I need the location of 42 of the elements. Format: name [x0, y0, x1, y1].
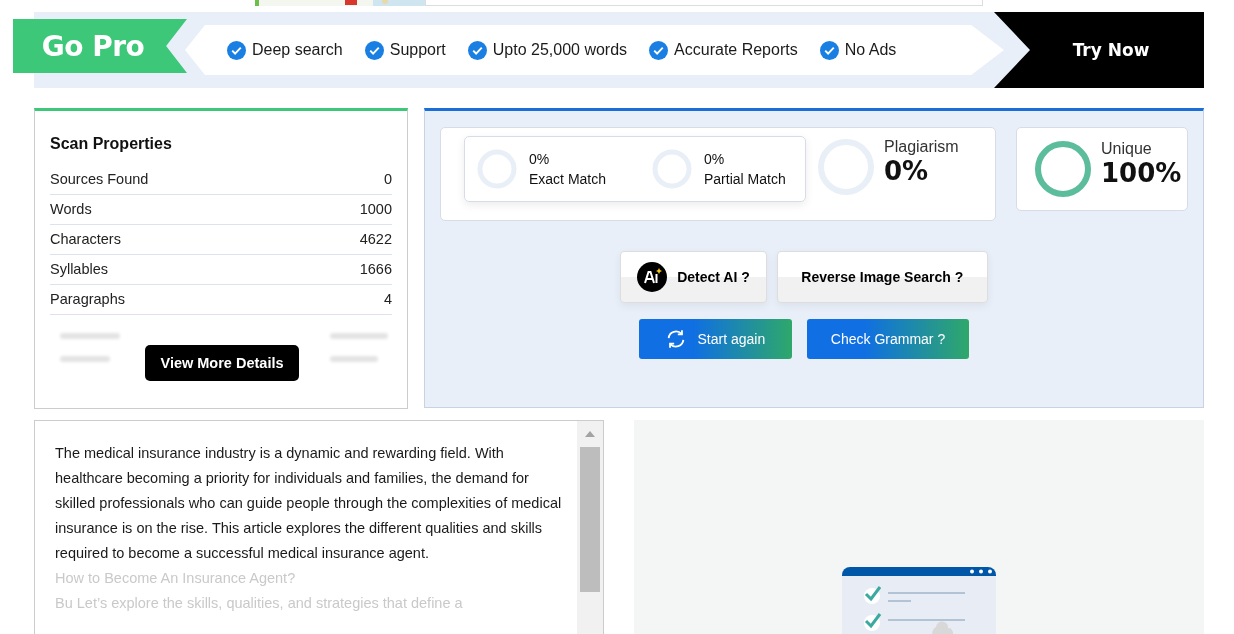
check-icon	[467, 40, 487, 60]
check-icon	[819, 40, 839, 60]
scrollbar[interactable]	[577, 421, 603, 634]
property-value: 4622	[359, 231, 392, 247]
property-value: 1666	[359, 261, 392, 277]
match-label: Partial Match	[704, 171, 786, 187]
unique-percent: 100%	[1101, 158, 1182, 188]
feature-label: Support	[389, 41, 446, 59]
match-label: Exact Match	[529, 171, 607, 187]
feature-label: Deep search	[252, 41, 343, 59]
plagiarism-percent: 0%	[884, 156, 930, 186]
property-label: Paragraphs	[50, 291, 125, 307]
match-percent: 0%	[704, 151, 726, 167]
paragraph: The medical insurance industry is a dynamic and rewarding field. With healthcare becoming a priority for individuals and families, the demand for skilled professionals who can guide people through the complexities of medical insurance is on the rise. This article explores the different qualities and skills required to become a successful medical insurance agent.	[55, 444, 563, 563]
text-area[interactable]	[34, 420, 604, 634]
plagiarism-label: Plagiarism	[884, 138, 959, 156]
property-value: 1000	[359, 201, 392, 217]
ai-icon	[637, 262, 668, 292]
property-label: Words	[50, 201, 92, 217]
property-label: Syllables	[50, 261, 109, 277]
feature-label: No Ads	[844, 41, 897, 59]
scroll-up-icon	[585, 431, 595, 437]
property-label: Characters	[50, 231, 121, 247]
try-now-button[interactable]: Try Now	[994, 12, 1204, 88]
reverse-image-search-button[interactable]: Reverse Image Search ?	[776, 251, 988, 303]
go-pro-label: Go Pro	[41, 29, 145, 63]
feature-label: Upto 25,000 words	[492, 41, 628, 59]
detect-ai-button[interactable]: Detect AI ?	[620, 251, 767, 303]
start-again-button[interactable]: Start again	[638, 319, 792, 359]
feature-label: Accurate Reports	[674, 41, 798, 59]
view-more-details-button[interactable]: View More Details	[145, 345, 299, 381]
property-label: Sources Found	[50, 171, 149, 187]
property-value: 0	[383, 171, 392, 187]
unique-label: Unique	[1101, 140, 1153, 158]
check-icon	[649, 40, 669, 60]
panel-title: Scan Properties	[50, 135, 173, 153]
check-icon	[227, 40, 246, 60]
check-icon	[364, 40, 384, 60]
unique-ring	[1033, 139, 1093, 199]
property-value: 4	[383, 291, 392, 307]
check-grammar-button[interactable]: Check Grammar ?	[806, 319, 970, 359]
match-percent: 0%	[529, 151, 551, 167]
